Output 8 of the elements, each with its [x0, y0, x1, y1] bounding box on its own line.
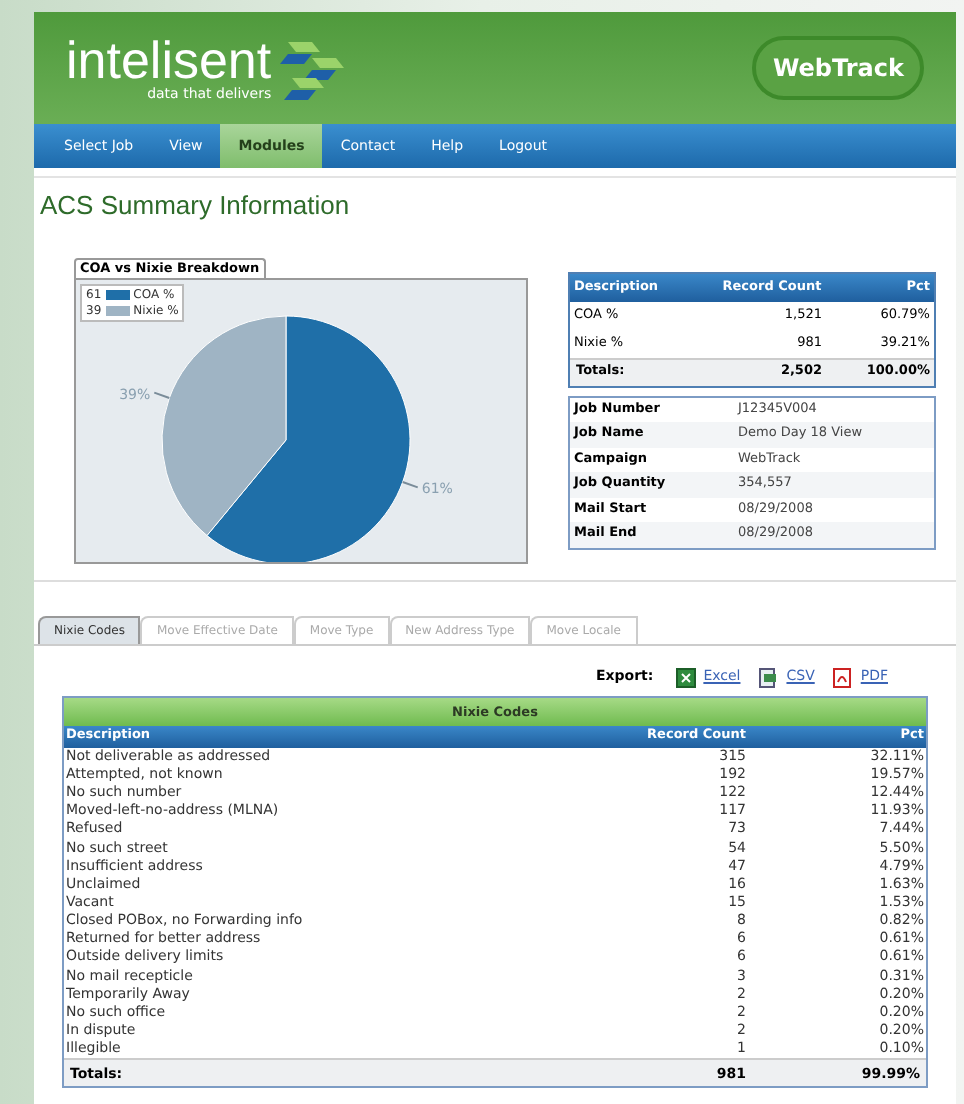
logo-text: intelisent	[66, 34, 272, 86]
legend-swatch	[105, 306, 130, 317]
legend-swatch	[105, 290, 130, 301]
spreadsheet-icon	[675, 667, 696, 687]
pdf-icon	[832, 667, 853, 687]
page-title: ACS Summary Information	[38, 188, 352, 224]
webtrack-badge: WebTrack	[752, 36, 924, 100]
file-icon	[758, 667, 779, 687]
